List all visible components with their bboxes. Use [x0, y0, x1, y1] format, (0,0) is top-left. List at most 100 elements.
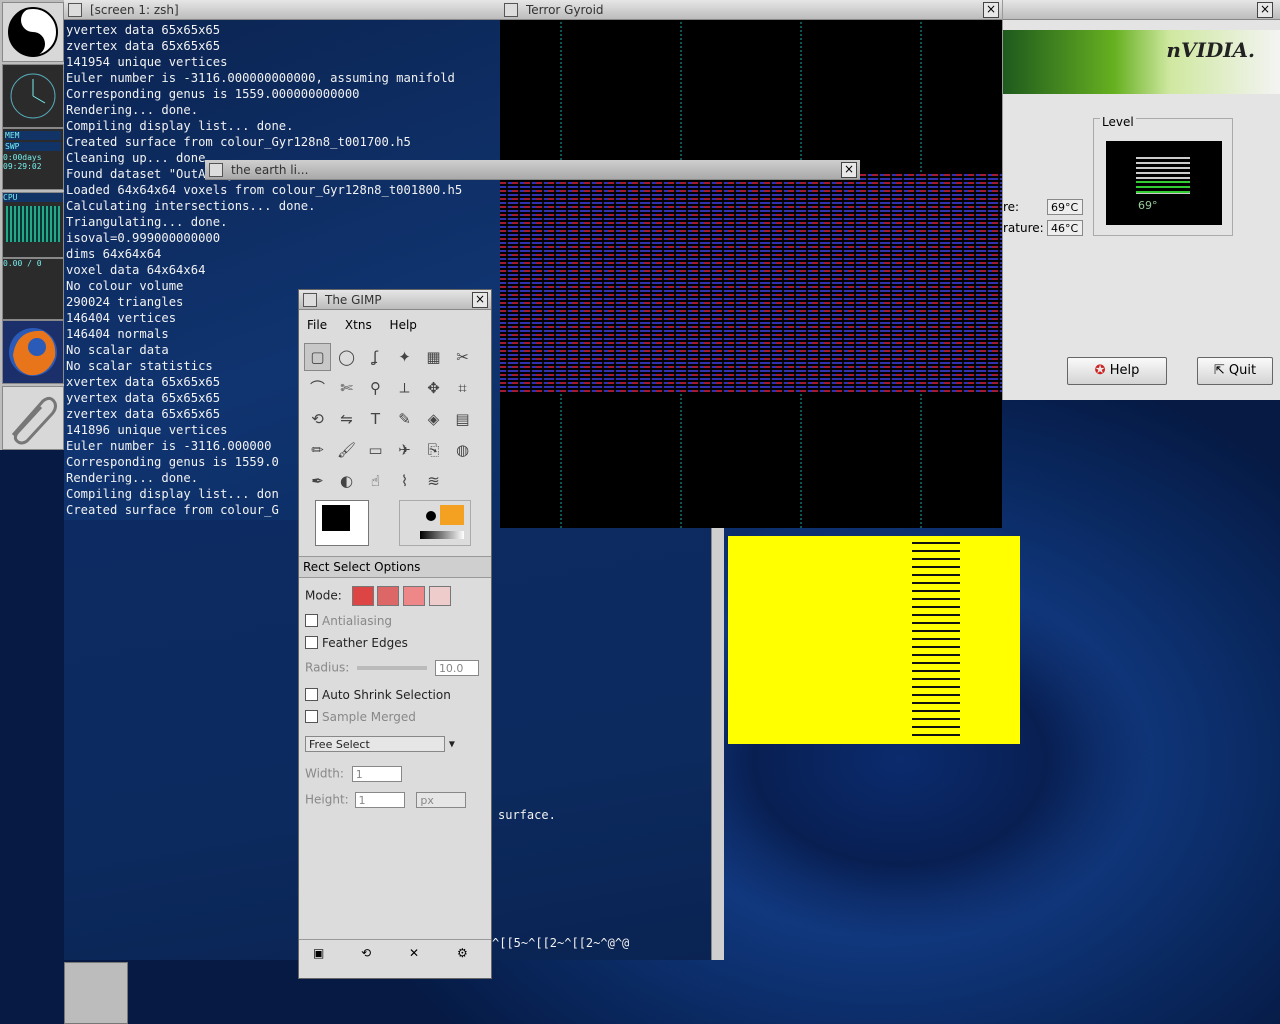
- antialiasing-checkbox[interactable]: [305, 614, 318, 627]
- feather-row[interactable]: Feather Edges: [305, 636, 408, 650]
- ying-yang-icon[interactable]: [2, 2, 64, 62]
- select-mode-value[interactable]: Free Select: [305, 736, 445, 752]
- brush-pattern-preview[interactable]: [399, 500, 471, 546]
- clock-icon[interactable]: [2, 64, 64, 128]
- delete-options-icon[interactable]: ✕: [409, 946, 419, 960]
- path-icon[interactable]: ⌇: [391, 467, 418, 495]
- zoom-icon[interactable]: ⚲: [362, 374, 389, 402]
- lasso-icon[interactable]: ʆ: [362, 343, 389, 371]
- render-stripe: [500, 62, 1002, 64]
- iscissors-icon[interactable]: ✄: [333, 374, 360, 402]
- terminal-input-tail: ^[[5~^[[2~^[[2~^@^@: [492, 936, 630, 950]
- gimp-toolbox[interactable]: The GIMP × File Xtns Help ▢ ◯ ʆ ✦ ▦ ✂⌒ ✄ ⚲ ⟂ ✥ ⌗⟲ ⇋…: [298, 289, 492, 979]
- gimp-titlebar[interactable]: The GIMP ×: [299, 290, 491, 310]
- menu-xtns[interactable]: Xtns: [345, 318, 372, 332]
- firefox-icon[interactable]: [2, 320, 64, 384]
- select-mode-dropdown[interactable]: Free Select ▾: [305, 736, 455, 752]
- help-button[interactable]: ✪ Help: [1067, 357, 1167, 385]
- menu-file[interactable]: File: [307, 318, 327, 332]
- pencil-icon[interactable]: ✏: [304, 436, 331, 464]
- sample-merged-row[interactable]: Sample Merged: [305, 710, 416, 724]
- convolve-icon[interactable]: ◍: [449, 436, 476, 464]
- radius-input[interactable]: 10.0: [434, 660, 479, 676]
- move-icon[interactable]: ✥: [420, 374, 447, 402]
- antialiasing-row[interactable]: Antialiasing: [305, 614, 392, 628]
- menu-help[interactable]: Help: [390, 318, 417, 332]
- render-stripe: [500, 198, 1002, 200]
- feather-checkbox[interactable]: [305, 636, 318, 649]
- quit-button[interactable]: ⇱ Quit: [1197, 357, 1273, 385]
- terminal-titlebar[interactable]: [screen 1: zsh]: [64, 0, 500, 20]
- render-stripe: [500, 394, 1002, 396]
- airbrush-icon[interactable]: ✈: [391, 436, 418, 464]
- magic-wand-icon[interactable]: ✦: [391, 343, 418, 371]
- eraser-icon[interactable]: ▭: [362, 436, 389, 464]
- close-icon[interactable]: ×: [1257, 2, 1273, 18]
- close-icon[interactable]: ×: [841, 162, 857, 178]
- render-stripe: [500, 482, 1002, 484]
- mode-subtract-button[interactable]: [403, 586, 426, 606]
- pager-widget[interactable]: [64, 962, 128, 1024]
- window-menu-icon[interactable]: [68, 3, 82, 17]
- mode-replace-button[interactable]: [351, 586, 374, 606]
- color-select-icon[interactable]: ▦: [420, 343, 447, 371]
- earth-titlebar[interactable]: the earth li... ×: [205, 160, 860, 180]
- blend-icon[interactable]: ▤: [449, 405, 476, 433]
- save-options-icon[interactable]: ▣: [313, 946, 324, 960]
- color-picker-icon[interactable]: ✎: [391, 405, 418, 433]
- close-icon[interactable]: ×: [983, 2, 999, 18]
- auto-shrink-checkbox[interactable]: [305, 688, 318, 701]
- text-icon[interactable]: T: [362, 405, 389, 433]
- nvidia-titlebar[interactable]: ×: [1003, 0, 1280, 20]
- restore-options-icon[interactable]: ⟲: [361, 946, 371, 960]
- render-stripe: [500, 114, 1002, 116]
- warp-icon[interactable]: ≋: [420, 467, 447, 495]
- flip-icon[interactable]: ⇋: [333, 405, 360, 433]
- render-stripe: [500, 446, 1002, 448]
- measure-icon[interactable]: ⟂: [391, 374, 418, 402]
- gyroid-window[interactable]: Terror Gyroid ×: [500, 0, 1002, 528]
- yellow-window[interactable]: [728, 536, 1020, 744]
- bezier-icon[interactable]: ⌒: [304, 374, 331, 402]
- ellipse-select-icon[interactable]: ◯: [333, 343, 360, 371]
- reset-options-icon[interactable]: ⚙: [457, 946, 468, 960]
- yellow-line-mark: [912, 590, 960, 592]
- width-input[interactable]: 1: [351, 766, 402, 782]
- dodge-burn-icon[interactable]: ◐: [333, 467, 360, 495]
- sample-merged-checkbox[interactable]: [305, 710, 318, 723]
- render-stripe: [500, 202, 1002, 204]
- mode-add-button[interactable]: [377, 586, 400, 606]
- crop-icon[interactable]: ⌗: [449, 374, 476, 402]
- bucket-fill-icon[interactable]: ◈: [420, 405, 447, 433]
- scissors-icon[interactable]: ✂: [449, 343, 476, 371]
- height-input[interactable]: 1: [354, 792, 405, 808]
- smudge-icon[interactable]: ☝: [362, 467, 389, 495]
- yellow-line-mark: [912, 638, 960, 640]
- window-menu-icon[interactable]: [209, 163, 223, 177]
- earth-window[interactable]: the earth li... ×: [205, 160, 860, 180]
- terminal-line: voxel data 64x64x64: [66, 263, 206, 277]
- mode-intersect-button[interactable]: [429, 586, 452, 606]
- render-stripe: [500, 122, 1002, 124]
- gyroid-titlebar[interactable]: Terror Gyroid ×: [500, 0, 1002, 20]
- color-swatches[interactable]: [315, 500, 369, 546]
- radius-slider[interactable]: [357, 666, 428, 670]
- close-icon[interactable]: ×: [472, 292, 488, 308]
- clone-icon[interactable]: ⎘: [420, 436, 447, 464]
- rect-select-icon[interactable]: ▢: [304, 343, 331, 371]
- unit-select[interactable]: px: [416, 792, 467, 808]
- render-stripe: [500, 150, 1002, 152]
- paperclip-icon[interactable]: [2, 386, 64, 450]
- ink-icon[interactable]: ✒: [304, 467, 331, 495]
- terminal-scrollbar[interactable]: [711, 520, 724, 960]
- paintbrush-icon[interactable]: 🖌: [333, 436, 360, 464]
- auto-shrink-row[interactable]: Auto Shrink Selection: [305, 688, 451, 702]
- render-stripe: [500, 126, 1002, 128]
- render-stripe: [500, 82, 1002, 84]
- nvidia-panel: × nVIDIA. Level 69° re: 69°C rature: 46°…: [1002, 0, 1280, 400]
- window-menu-icon[interactable]: [303, 293, 317, 307]
- window-menu-icon[interactable]: [504, 3, 518, 17]
- dock: MEM SWP 0:00days 09:29:02 CPU 0.00 / 0: [0, 0, 64, 450]
- transform-icon[interactable]: ⟲: [304, 405, 331, 433]
- gyroid-canvas[interactable]: [500, 22, 1002, 528]
